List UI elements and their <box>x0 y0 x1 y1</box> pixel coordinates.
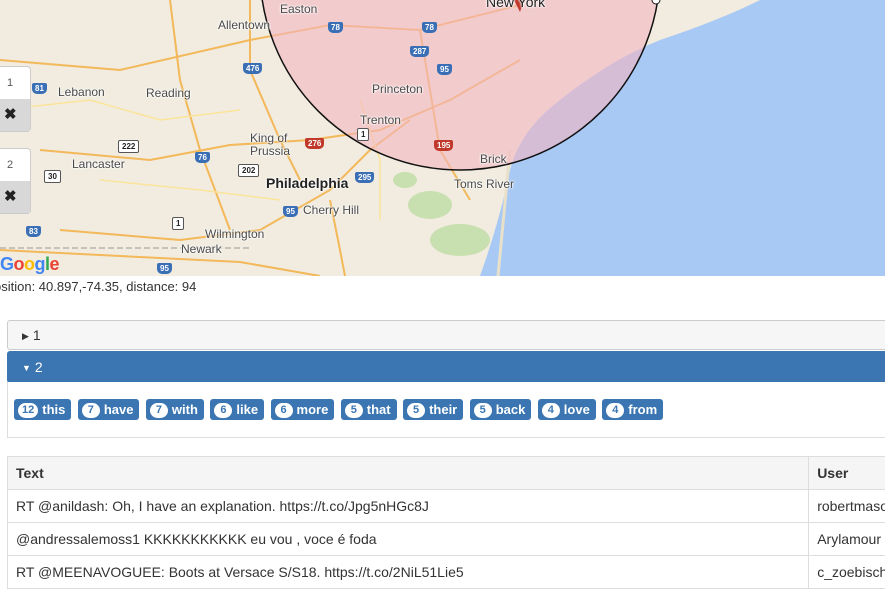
highway-shield: 202 <box>238 164 259 177</box>
word-tag[interactable]: 5that <box>341 399 397 420</box>
word-tag[interactable]: 7have <box>78 399 140 420</box>
highway-shield: 76 <box>195 152 210 163</box>
highway-shield: 1 <box>357 128 369 141</box>
accordion-header-1[interactable]: ▶1 <box>7 320 885 350</box>
tweet-text-cell: RT @anildash: Oh, I have an explanation.… <box>8 490 809 523</box>
google-logo: Google <box>0 254 59 275</box>
marker-control-2: 2 ✖ <box>0 148 31 214</box>
table-header-row: Text User <box>8 457 885 490</box>
highway-shield: 78 <box>328 22 343 33</box>
map-graphics <box>0 0 885 276</box>
tweet-text-cell: RT @MEENAVOGUEE: Boots at Versace S/S18.… <box>8 556 809 589</box>
city-label: Lancaster <box>72 157 125 171</box>
city-label: Toms River <box>454 177 514 191</box>
highway-shield: 276 <box>305 138 324 149</box>
remove-marker-icon[interactable]: ✖ <box>0 181 30 213</box>
table-row[interactable]: RT @MEENAVOGUEE: Boots at Versace S/S18.… <box>8 556 885 589</box>
caret-right-icon: ▶ <box>22 322 29 350</box>
highway-shield: 95 <box>157 263 172 274</box>
city-label: Reading <box>146 86 191 100</box>
city-label: Cherry Hill <box>303 203 359 217</box>
highway-shield: 195 <box>434 140 453 151</box>
tweet-user-cell: robertmaso <box>809 490 885 523</box>
highway-shield: 1 <box>172 217 184 230</box>
word-tag[interactable]: 6like <box>210 399 264 420</box>
city-label: Allentown <box>218 18 270 32</box>
word-tag[interactable]: 12this <box>14 399 71 420</box>
city-label: Princeton <box>372 82 423 96</box>
accordion-header-2[interactable]: ▼2 <box>7 351 885 383</box>
position-readout: osition: 40.897,-74.35, distance: 94 <box>0 279 196 294</box>
marker-number: 1 <box>0 67 30 99</box>
accordion-label: 1 <box>33 327 41 343</box>
city-label: Easton <box>280 2 317 16</box>
marker-number: 2 <box>0 149 30 181</box>
tweet-user-cell: Arylamour <box>809 523 885 556</box>
city-label: King of Prussia <box>250 132 300 158</box>
word-tag[interactable]: 7with <box>146 399 204 420</box>
city-label: Newark <box>181 242 222 256</box>
highway-shield: 295 <box>355 172 374 183</box>
column-header-text[interactable]: Text <box>8 457 809 490</box>
word-frequency-tags: 12this 7have 7with 6like 6more 5that 5th… <box>14 399 665 420</box>
highway-shield: 287 <box>410 46 429 57</box>
word-tag[interactable]: 6more <box>271 399 335 420</box>
word-tag[interactable]: 4love <box>538 399 596 420</box>
column-header-user[interactable]: User <box>809 457 885 490</box>
highway-shield: 95 <box>437 64 452 75</box>
city-label: Wilmington <box>205 227 264 241</box>
table-row[interactable]: @andressalemoss1 KKKKKKKKKKK eu vou , vo… <box>8 523 885 556</box>
table-row[interactable]: RT @anildash: Oh, I have an explanation.… <box>8 490 885 523</box>
word-tag[interactable]: 5back <box>470 399 532 420</box>
city-label: Philadelphia <box>266 175 348 191</box>
highway-shield: 95 <box>283 206 298 217</box>
highway-shield: 476 <box>243 63 262 74</box>
highway-shield: 30 <box>44 170 61 183</box>
highway-shield: 83 <box>26 226 41 237</box>
city-label: Trenton <box>360 113 401 127</box>
highway-shield: 222 <box>118 140 139 153</box>
highway-shield: 78 <box>422 22 437 33</box>
map-view[interactable]: Allentown Easton New York Lebanon Readin… <box>0 0 885 276</box>
word-tag[interactable]: 4from <box>602 399 663 420</box>
word-tag[interactable]: 5their <box>403 399 463 420</box>
remove-marker-icon[interactable]: ✖ <box>0 99 30 131</box>
tweet-user-cell: c_zoebisch <box>809 556 885 589</box>
caret-down-icon: ▼ <box>22 353 31 383</box>
tweet-text-cell: @andressalemoss1 KKKKKKKKKKK eu vou , vo… <box>8 523 809 556</box>
accordion-label: 2 <box>35 359 43 375</box>
tweets-table: Text User RT @anildash: Oh, I have an ex… <box>7 456 885 589</box>
highway-shield: 81 <box>32 83 47 94</box>
city-label: Lebanon <box>58 85 105 99</box>
accordion-body-2: 12this 7have 7with 6like 6more 5that 5th… <box>7 382 885 438</box>
city-label: New York <box>486 0 545 10</box>
marker-control-1: 1 ✖ <box>0 66 31 132</box>
city-label: Brick <box>480 152 507 166</box>
